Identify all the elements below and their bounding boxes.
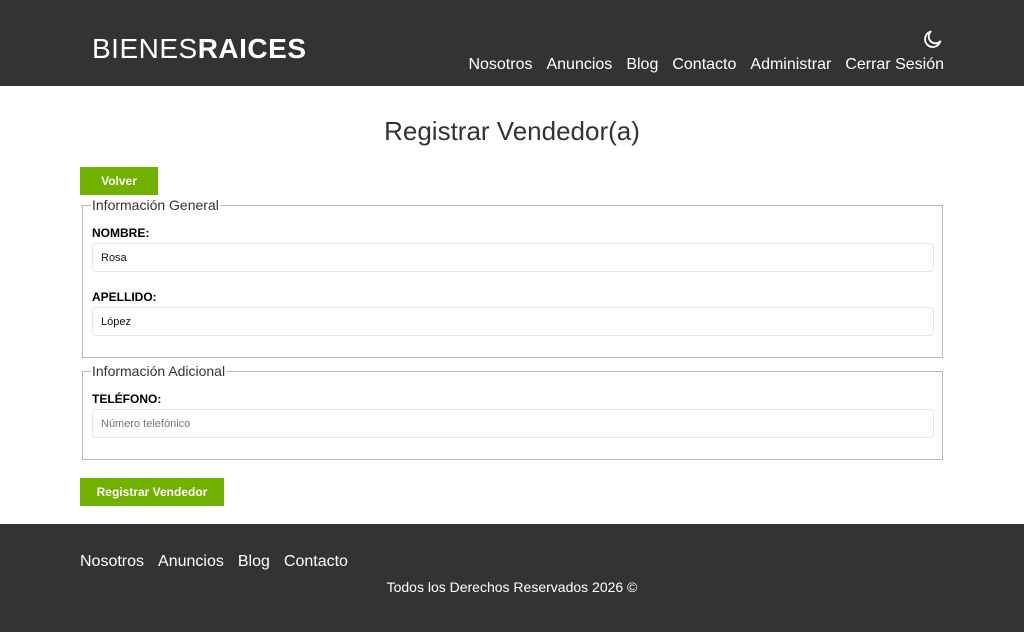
telefono-label: TELÉFONO: <box>92 392 162 406</box>
footer-link-blog[interactable]: Blog <box>238 552 270 572</box>
register-seller-button[interactable]: Registrar Vendedor <box>80 478 224 506</box>
nav-link-cerrar-sesion[interactable]: Cerrar Sesión <box>845 55 944 75</box>
nav-link-administrar[interactable]: Administrar <box>750 55 831 75</box>
main-nav: Nosotros Anuncios Blog Contacto Administ… <box>468 55 944 75</box>
footer-link-nosotros[interactable]: Nosotros <box>80 552 144 572</box>
nav-link-anuncios[interactable]: Anuncios <box>546 55 612 75</box>
nav-link-contacto[interactable]: Contacto <box>672 55 736 75</box>
apellido-label: APELLIDO: <box>92 290 157 304</box>
telefono-input[interactable] <box>92 409 934 438</box>
site-logo[interactable]: BIENESRAICES <box>92 34 307 64</box>
general-info-legend: Información General <box>91 197 220 213</box>
moon-icon[interactable] <box>922 28 944 50</box>
general-info-fieldset: Información General NOMBRE: APELLIDO: <box>82 197 943 358</box>
back-button[interactable]: Volver <box>80 167 158 195</box>
additional-info-fieldset: Información Adicional TELÉFONO: <box>82 363 943 460</box>
page-title: Registrar Vendedor(a) <box>384 116 640 146</box>
nav-link-nosotros[interactable]: Nosotros <box>468 55 532 75</box>
footer-nav: Nosotros Anuncios Blog Contacto <box>80 552 348 572</box>
nombre-input[interactable] <box>92 243 934 272</box>
copyright-text: Todos los Derechos Reservados 2026 © <box>386 579 638 595</box>
footer-link-anuncios[interactable]: Anuncios <box>158 552 224 572</box>
logo-light-text: BIENES <box>92 33 198 64</box>
footer-link-contacto[interactable]: Contacto <box>284 552 348 572</box>
logo-bold-text: RAICES <box>197 33 307 64</box>
additional-info-legend: Información Adicional <box>91 363 227 379</box>
apellido-input[interactable] <box>92 307 934 336</box>
nombre-label: NOMBRE: <box>92 226 150 240</box>
site-footer: Nosotros Anuncios Blog Contacto Todos lo… <box>0 524 1024 632</box>
site-header: BIENESRAICES Nosotros Anuncios Blog Cont… <box>0 0 1024 86</box>
nav-link-blog[interactable]: Blog <box>626 55 658 75</box>
